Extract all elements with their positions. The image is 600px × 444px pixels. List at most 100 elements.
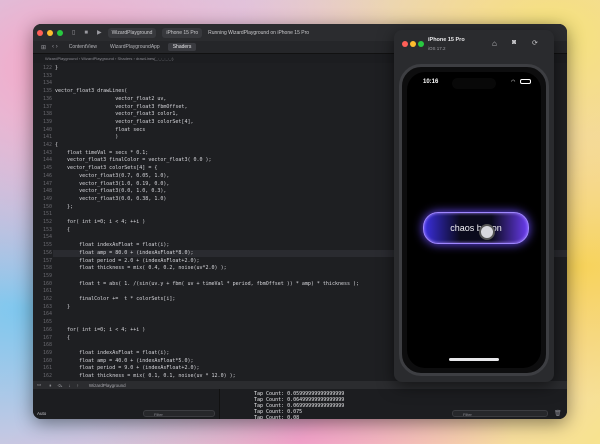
minimize-window-button[interactable]	[47, 29, 53, 36]
line-number: 157	[42, 257, 52, 264]
close-window-button[interactable]	[402, 41, 408, 47]
code-line[interactable]: float indexAsFloat = float(i);	[55, 350, 169, 356]
code-line[interactable]: vector_float3 fbmOffset,	[55, 104, 187, 110]
tab-contentview[interactable]: ContentView	[64, 43, 102, 51]
line-number: 145	[42, 165, 52, 172]
code-line[interactable]: {	[55, 335, 70, 341]
debug-area: Auto Filter Tap Count: 0.059999999999999…	[33, 389, 567, 419]
line-number: 150	[42, 203, 52, 210]
tab-wizardplaygroundapp[interactable]: WizardPlaygroundApp	[105, 43, 165, 51]
line-number: 168	[42, 342, 52, 349]
code-line[interactable]: }	[55, 65, 58, 71]
line-number: 139	[42, 118, 52, 125]
code-line[interactable]: for( int i=0; i < 4; ++i )	[55, 219, 145, 225]
line-number: 135	[42, 88, 52, 95]
variables-filter-input[interactable]: Filter	[143, 410, 215, 417]
tab-shaders[interactable]: Shaders	[167, 43, 197, 51]
code-line[interactable]: float amp = 40.0 + (indexAsFloat*5.0);	[55, 358, 193, 364]
simulator-titlebar: iPhone 15 Pro iOS 17.2 ⌂ ◙ ⟳	[394, 30, 554, 58]
code-line[interactable]: vector_float3 colorSet[4],	[55, 119, 193, 125]
code-line[interactable]: float period = 2.0 + (indexAsFloat+2.0);	[55, 258, 199, 264]
line-number: 137	[42, 103, 52, 110]
code-line[interactable]: vector_float3(0.0, 0.38, 1.0)	[55, 196, 166, 202]
code-line[interactable]: float timeVal = secs * 0.1;	[55, 150, 148, 156]
rotate-icon[interactable]: ⟳	[532, 39, 538, 47]
code-line[interactable]: {	[55, 227, 70, 233]
step-in-icon[interactable]: ↓	[68, 383, 70, 388]
trash-icon[interactable]: 🗑	[554, 410, 562, 417]
chaos-button[interactable]: chaos button	[423, 212, 529, 244]
console-filter-input[interactable]: Filter	[452, 410, 548, 417]
line-number: 144	[42, 157, 52, 164]
screenshot-icon[interactable]: ◙	[512, 39, 516, 46]
line-number: 161	[42, 288, 52, 295]
line-number: 167	[42, 334, 52, 341]
line-number: 133	[42, 72, 52, 79]
iphone-screen[interactable]: 10:16 ◠ chaos button	[407, 72, 541, 368]
code-line[interactable]: vector_float3(1.0, 0.19, 0.0),	[55, 181, 169, 187]
code-line[interactable]: float period = 9.0 + (indexAsFloat+2.0);	[55, 365, 199, 371]
code-line[interactable]: vector_float2 uv,	[55, 96, 166, 102]
zoom-window-button[interactable]	[418, 41, 424, 47]
line-number: 165	[42, 319, 52, 326]
line-number: 153	[42, 226, 52, 233]
console-output[interactable]: Tap Count: 0.05999999999999999 Tap Count:…	[220, 389, 567, 419]
battery-icon	[520, 79, 531, 84]
debug-scheme-label: WizardPlayground	[88, 382, 126, 388]
pointer-cursor-icon	[479, 224, 495, 240]
variables-scope-selector[interactable]: Auto	[37, 411, 46, 416]
code-line[interactable]: vector_float3 color1,	[55, 111, 178, 117]
pause-icon[interactable]: ⏸	[49, 383, 51, 388]
code-line[interactable]: {	[55, 142, 58, 148]
close-window-button[interactable]	[37, 29, 43, 36]
line-number: 149	[42, 195, 52, 202]
line-number: 159	[42, 272, 52, 279]
back-forward-icon[interactable]: ‹ ›	[52, 44, 58, 50]
console-log-line: Tap Count: 0.08	[254, 415, 300, 419]
destination-selector[interactable]: iPhone 15 Pro	[162, 27, 203, 38]
line-number: 164	[42, 311, 52, 318]
wifi-icon: ◠	[511, 79, 516, 85]
simulator-window: iPhone 15 Pro iOS 17.2 ⌂ ◙ ⟳ 10:16 ◠ cha…	[394, 30, 554, 382]
os-version: iOS 17.2	[428, 46, 446, 51]
code-line[interactable]: finalColor += t * colorSets[i];	[55, 296, 175, 302]
line-number: 154	[42, 234, 52, 241]
line-number: 160	[42, 280, 52, 287]
hide-debug-area-icon[interactable]: ▭	[37, 382, 41, 388]
code-line[interactable]: vector_float3(0.7, 0.05, 1.0),	[55, 173, 169, 179]
status-bar-time: 10:16	[423, 79, 439, 85]
zoom-window-button[interactable]	[57, 29, 63, 36]
line-number: 152	[42, 219, 52, 225]
code-line[interactable]: float secs	[55, 127, 145, 133]
code-line[interactable]: float amp = 80.0 + (indexAsFloat*8.0);	[55, 250, 193, 256]
sidebar-toggle-icon[interactable]: ▯	[72, 29, 75, 36]
code-line[interactable]: for( int i=0; i < 4; ++i )	[55, 327, 145, 333]
step-out-icon[interactable]: ↑	[77, 383, 79, 388]
code-line[interactable]: float thickness = mix( 0.1, 0.1, noise(u…	[55, 373, 236, 379]
line-number: 142	[42, 142, 52, 148]
minimize-window-button[interactable]	[410, 41, 416, 47]
code-line[interactable]: vector_float3 colorSets[4] = {	[55, 165, 157, 171]
line-number: 162	[42, 296, 52, 302]
code-line[interactable]: float indexAsFloat = float(i);	[55, 242, 169, 248]
code-line[interactable]: float t = abs( 1. /(sin(uv.y + fbm( uv +…	[55, 281, 359, 287]
stop-icon[interactable]: ■	[84, 30, 88, 36]
code-line[interactable]: };	[55, 204, 73, 210]
navigator-grid-icon[interactable]: ⊞	[41, 44, 46, 51]
line-number: 155	[42, 242, 52, 249]
iphone-frame: 10:16 ◠ chaos button	[399, 64, 549, 376]
line-number: 148	[42, 188, 52, 195]
step-over-icon[interactable]: ⤼	[58, 383, 63, 388]
scheme-selector[interactable]: WizardPlayground	[107, 27, 157, 38]
code-line[interactable]: vector_float3(0.0, 1.0, 0.3),	[55, 188, 166, 194]
code-line[interactable]: }	[55, 304, 70, 310]
home-icon[interactable]: ⌂	[492, 39, 497, 48]
code-line[interactable]: float thickness = mix( 0.4, 0.2, noise(u…	[55, 265, 227, 271]
line-number: 151	[42, 211, 52, 218]
home-indicator[interactable]	[449, 358, 499, 361]
run-icon[interactable]: ▶	[97, 29, 102, 36]
code-line[interactable]: vector_float3 finalColor = vector_float3…	[55, 157, 212, 163]
line-number: 141	[42, 134, 52, 141]
code-line[interactable]: )	[55, 134, 118, 140]
code-line[interactable]: vector_float3 drawLines(	[55, 88, 127, 94]
